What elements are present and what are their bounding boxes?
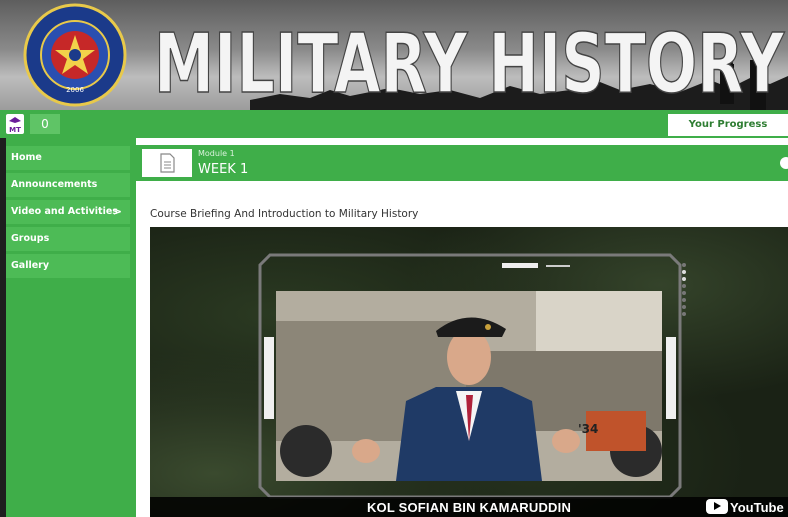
- youtube-logo[interactable]: YouTube: [706, 499, 784, 515]
- video-still: '34: [276, 291, 662, 481]
- sidebar-item-gallery[interactable]: Gallery: [6, 254, 130, 278]
- banner-title: MILITARY HISTORY: [153, 18, 786, 106]
- course-banner: 2006 MILITARY HISTORY: [0, 0, 788, 110]
- svg-text:2006: 2006: [66, 86, 84, 94]
- module-icon-box: [142, 149, 192, 177]
- video-frame: '34: [276, 291, 662, 481]
- sidebar-item-home[interactable]: Home: [6, 146, 130, 170]
- sidebar-item-groups[interactable]: Groups: [6, 227, 130, 251]
- slide-indicator: [682, 263, 688, 319]
- sidebar-item-label: Video and Activities: [11, 206, 118, 217]
- document-icon: [160, 153, 175, 173]
- university-crest: 2006: [23, 3, 127, 107]
- sidebar-item-label: Gallery: [11, 260, 50, 271]
- youtube-wordmark: YouTube: [730, 500, 784, 515]
- sidebar: Home Announcements Video and Activities >…: [6, 138, 136, 517]
- sidebar-item-label: Groups: [11, 233, 50, 244]
- svg-text:'34: '34: [578, 422, 598, 436]
- module-header[interactable]: Module 1 WEEK 1: [136, 145, 788, 181]
- video-caption: KOL SOFIAN BIN KAMARUDDIN: [366, 500, 572, 515]
- chevron-right-icon: >: [112, 205, 122, 218]
- module-title: WEEK 1: [198, 162, 249, 177]
- your-progress-button[interactable]: Your Progress: [668, 114, 788, 136]
- sidebar-item-label: Home: [11, 152, 42, 163]
- video-player[interactable]: '34 KOL SOFIAN BIN KAMARUDDIN YouTube: [150, 227, 788, 517]
- app-bar: MT 0 Your Progress: [0, 110, 788, 138]
- svg-text:MILITARY HISTORY: MILITARY HISTORY: [154, 18, 785, 106]
- app-logo-icon[interactable]: MT: [6, 114, 24, 134]
- course-title: Course Briefing And Introduction to Mili…: [150, 208, 419, 220]
- collapse-toggle-icon[interactable]: [780, 157, 788, 169]
- module-kicker: Module 1: [198, 149, 235, 158]
- sidebar-item-video-and-activities[interactable]: Video and Activities >: [6, 200, 130, 224]
- sidebar-item-announcements[interactable]: Announcements: [6, 173, 130, 197]
- points-counter: 0: [30, 114, 60, 134]
- svg-text:MT: MT: [9, 126, 21, 134]
- youtube-play-icon: [706, 499, 728, 514]
- sidebar-item-label: Announcements: [11, 179, 98, 190]
